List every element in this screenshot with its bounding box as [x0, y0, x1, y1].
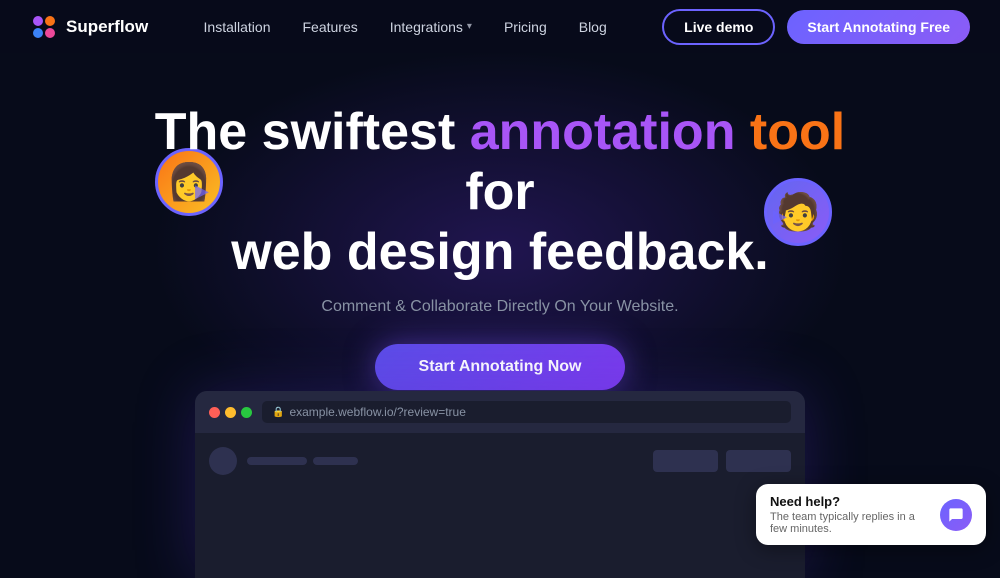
navbar: Superflow Installation Features Integrat…	[0, 0, 1000, 53]
logo-icon	[30, 13, 58, 41]
minimize-window-dot[interactable]	[225, 407, 236, 418]
lock-icon: 🔒	[272, 407, 284, 418]
nav-links: Installation Features Integrations ▾ Pri…	[204, 19, 607, 35]
hero-annotation-word: annotation	[470, 103, 736, 161]
chat-bubble-icon	[948, 507, 964, 523]
browser-bar: 🔒 example.webflow.io/?review=true	[195, 391, 805, 433]
start-annotating-free-button[interactable]: Start Annotating Free	[787, 10, 970, 44]
browser-window-controls	[209, 407, 252, 418]
browser-btn-1	[653, 450, 718, 472]
hero-space	[735, 103, 749, 161]
browser-nav-line-1	[247, 457, 307, 465]
browser-url-bar[interactable]: 🔒 example.webflow.io/?review=true	[262, 401, 791, 423]
nav-actions: Live demo Start Annotating Free	[662, 9, 970, 45]
chat-widget[interactable]: Need help? The team typically replies in…	[756, 484, 986, 545]
nav-features[interactable]: Features	[302, 19, 357, 35]
url-text: example.webflow.io/?review=true	[289, 405, 465, 419]
hero-title-suffix: forweb design feedback.	[231, 163, 769, 281]
hero-title: The swiftest annotation tool forweb desi…	[150, 103, 850, 282]
chat-title: Need help?	[770, 494, 930, 509]
live-demo-button[interactable]: Live demo	[662, 9, 775, 45]
hero-title-prefix: The swiftest	[155, 103, 470, 161]
start-annotating-now-button[interactable]: Start Annotating Now	[375, 344, 626, 390]
nav-installation[interactable]: Installation	[204, 19, 271, 35]
browser-nav-line-2	[313, 457, 358, 465]
chat-text-block: Need help? The team typically replies in…	[770, 494, 930, 535]
hero-section: 👩 🧑 ▶ ▶ The swiftest annotation tool for…	[0, 53, 1000, 390]
browser-content	[195, 433, 805, 578]
chat-subtitle: The team typically replies in a few minu…	[770, 511, 930, 535]
chat-open-button[interactable]	[940, 499, 972, 531]
browser-nav-lines	[247, 457, 358, 465]
nav-integrations[interactable]: Integrations ▾	[390, 19, 472, 35]
hero-subtitle: Comment & Collaborate Directly On Your W…	[321, 298, 678, 316]
maximize-window-dot[interactable]	[241, 407, 252, 418]
browser-mockup: 🔒 example.webflow.io/?review=true	[195, 391, 805, 578]
integrations-chevron-icon: ▾	[467, 21, 472, 32]
browser-inner-navbar	[209, 447, 791, 475]
nav-blog[interactable]: Blog	[579, 19, 607, 35]
browser-nav-buttons	[653, 450, 791, 472]
nav-pricing[interactable]: Pricing	[504, 19, 547, 35]
close-window-dot[interactable]	[209, 407, 220, 418]
hero-tool-word: tool	[750, 103, 845, 161]
browser-avatar-placeholder	[209, 447, 237, 475]
logo[interactable]: Superflow	[30, 13, 148, 41]
browser-btn-2	[726, 450, 791, 472]
logo-text: Superflow	[66, 17, 148, 37]
